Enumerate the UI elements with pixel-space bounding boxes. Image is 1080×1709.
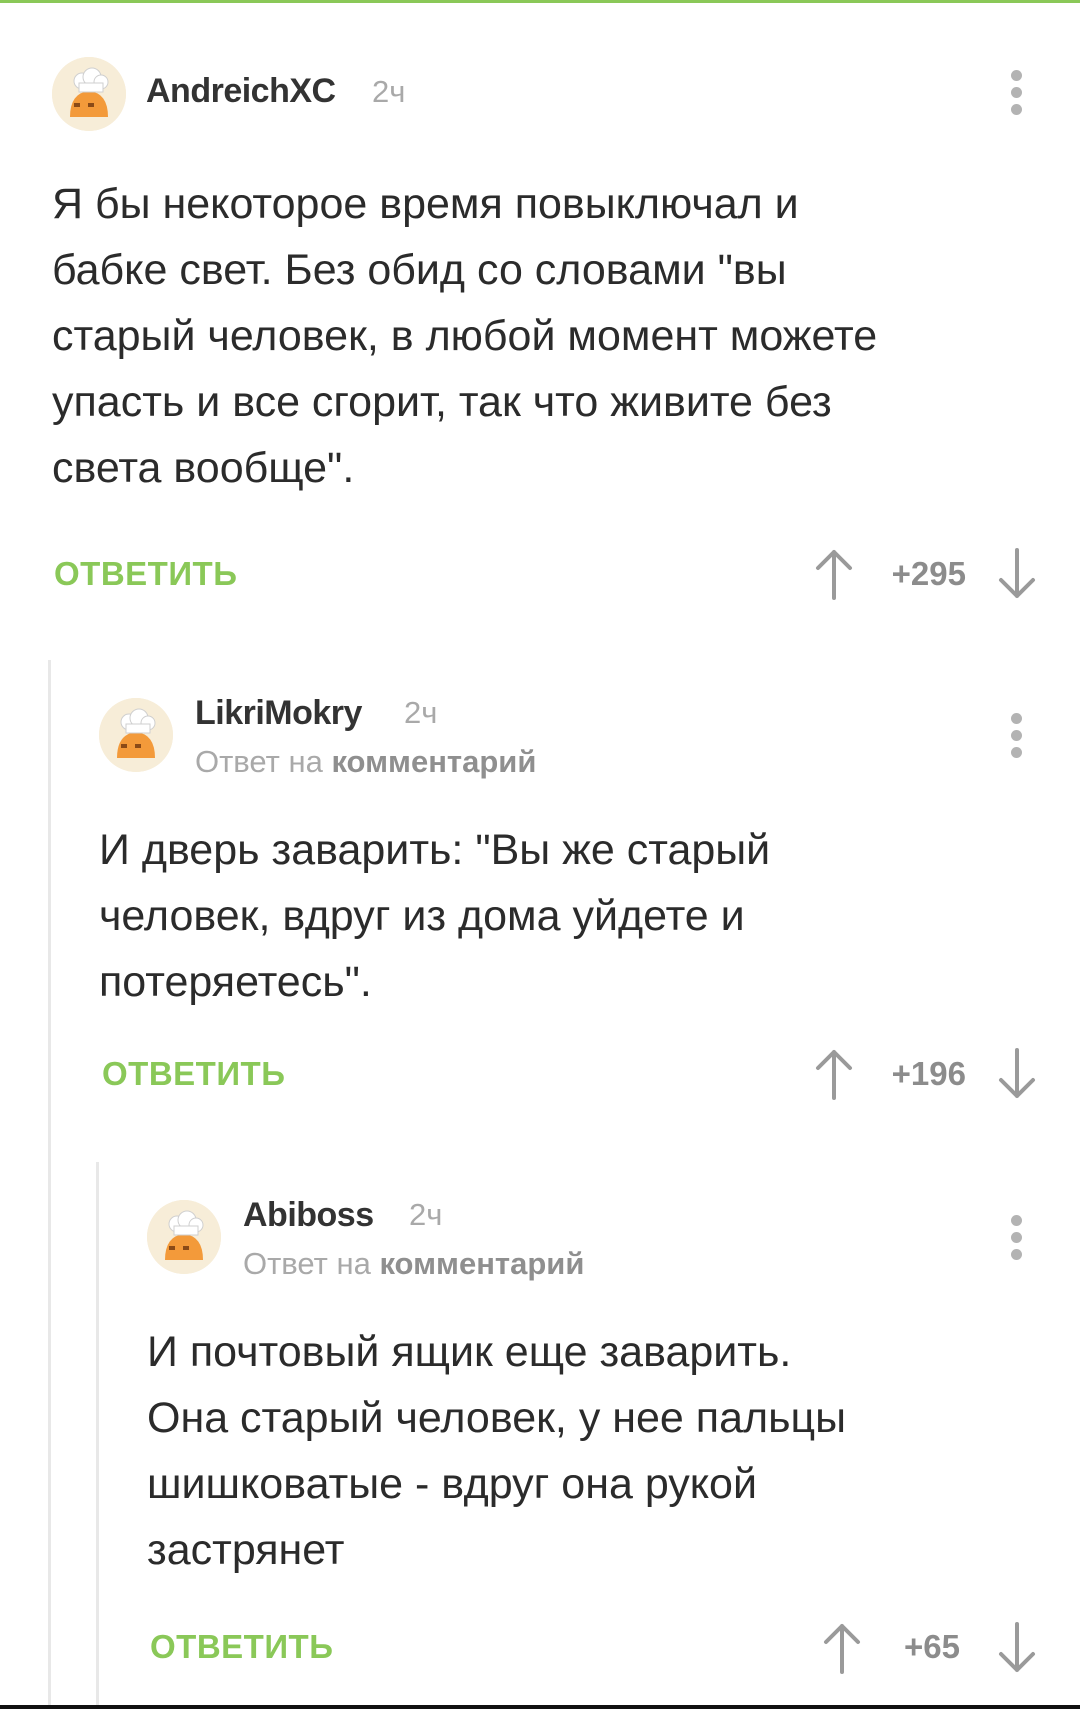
comment-body-line: старый человек, в любой момент можете (52, 312, 878, 360)
chef-avatar-icon (52, 57, 126, 131)
comment-body-line: света вообще". (52, 444, 355, 492)
arrow-down-icon[interactable] (997, 1622, 1037, 1674)
comment-author[interactable]: LikriMokry (195, 694, 362, 733)
comment-body-line: шишковатые - вдруг она рукой (147, 1460, 757, 1508)
comment-body: И дверь заварить: "Вы же старый человек,… (99, 817, 1020, 1015)
comment: Abiboss 2ч Ответ на комментарий И почтов… (0, 1142, 1080, 1682)
comment-body-line: Я бы некоторое время повыключал и (52, 180, 799, 228)
reply-button[interactable]: ОТВЕТИТЬ (102, 1055, 285, 1093)
top-accent-bar (0, 0, 1080, 3)
bottom-bar (0, 1705, 1080, 1709)
arrow-up-icon[interactable] (814, 548, 854, 600)
reply-button[interactable]: ОТВЕТИТЬ (150, 1628, 333, 1666)
comment: LikriMokry 2ч Ответ на комментарий И две… (0, 640, 1080, 1100)
comment-body-line: человек, вдруг из дома уйдете и (99, 892, 745, 940)
comment-time: 2ч (372, 74, 406, 109)
chef-avatar-icon (147, 1200, 221, 1274)
reply-to-link[interactable]: комментарий (379, 1246, 584, 1281)
reply-to-label: Ответ на комментарий (243, 1246, 584, 1282)
reply-to-link[interactable]: комментарий (331, 744, 536, 779)
comment-body-line: Она старый человек, у нее пальцы (147, 1394, 847, 1442)
comment-body: И почтовый ящик еще заварить. Она старый… (147, 1319, 1020, 1583)
comment-author[interactable]: Abiboss (243, 1196, 374, 1235)
comment-time: 2ч (409, 1197, 443, 1232)
more-vertical-icon[interactable] (1011, 1215, 1023, 1261)
arrow-down-icon[interactable] (997, 548, 1037, 600)
reply-to-prefix: Ответ на (195, 744, 323, 779)
comment-body-line: И дверь заварить: "Вы же старый (99, 826, 771, 874)
comment-body-line: И почтовый ящик еще заварить. (147, 1328, 792, 1376)
comment-body: Я бы некоторое время повыключал и бабке … (52, 171, 1020, 501)
avatar[interactable] (99, 698, 173, 772)
comment-body-line: потеряетесь". (99, 958, 372, 1006)
comment-body-line: бабке свет. Без обид со словами "вы (52, 246, 787, 294)
reply-to-prefix: Ответ на (243, 1246, 371, 1281)
comment: AndreichXC 2ч Я бы некоторое время повык… (0, 40, 1080, 600)
arrow-up-icon[interactable] (822, 1622, 862, 1674)
comment-rating: +295 (891, 555, 966, 592)
avatar[interactable] (52, 57, 126, 131)
reply-button[interactable]: ОТВЕТИТЬ (54, 555, 237, 593)
more-vertical-icon[interactable] (1011, 70, 1023, 116)
avatar[interactable] (147, 1200, 221, 1274)
arrow-up-icon[interactable] (814, 1048, 854, 1100)
comment-time: 2ч (404, 695, 438, 730)
comment-author[interactable]: AndreichXC (146, 72, 336, 111)
comment-rating: +65 (904, 1628, 960, 1665)
comment-body-line: застрянет (147, 1526, 345, 1574)
comment-body-line: упасть и все сгорит, так что живите без (52, 378, 832, 426)
arrow-down-icon[interactable] (997, 1048, 1037, 1100)
comment-rating: +196 (891, 1055, 966, 1092)
more-vertical-icon[interactable] (1011, 713, 1023, 759)
reply-to-label: Ответ на комментарий (195, 744, 536, 780)
chef-avatar-icon (99, 698, 173, 772)
